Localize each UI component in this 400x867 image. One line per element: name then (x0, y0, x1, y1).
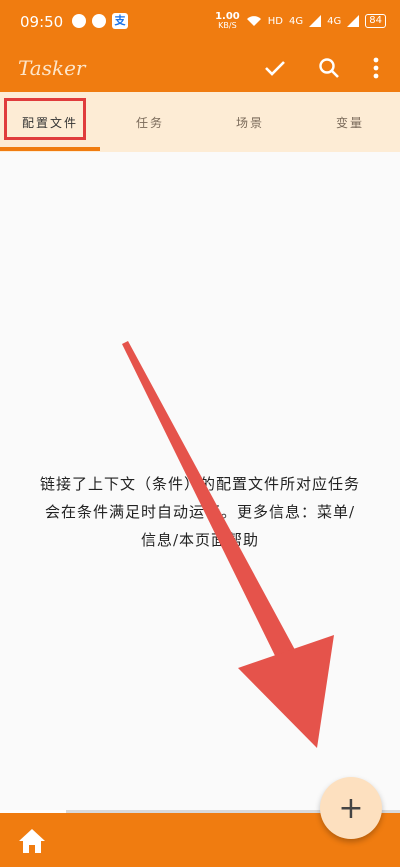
tab-tasks[interactable]: 任务 (100, 92, 200, 152)
message-line-1: 链接了上下文（条件）的配置文件所对应任务 (39, 475, 360, 493)
status-time: 09:50 (20, 13, 64, 31)
signal-bars-icon (309, 15, 322, 27)
annotation-highlight-box (4, 98, 86, 140)
home-icon (19, 829, 45, 853)
app-toolbar: Tasker (0, 44, 400, 92)
search-icon (319, 58, 339, 78)
signal-4g-2: 4G (327, 15, 342, 27)
app-title: Tasker (18, 56, 86, 80)
check-icon (265, 61, 285, 76)
signal-bars-icon-2 (347, 15, 360, 27)
battery-indicator: 84 (365, 14, 386, 28)
notification-app-icon-2 (92, 14, 106, 28)
message-line-2: 会在条件满足时自动运行。更多信息：菜单/ (44, 503, 356, 521)
add-button[interactable]: + (320, 777, 382, 839)
home-button[interactable] (14, 823, 50, 859)
tab-variables[interactable]: 变量 (300, 92, 400, 152)
check-button[interactable] (261, 54, 289, 82)
notification-app-icon (72, 14, 86, 28)
status-indicators: 1.00 KB/S HD 4G 4G 84 (215, 12, 386, 30)
notification-icons: 支 (72, 13, 128, 29)
active-tab-indicator (0, 147, 100, 151)
signal-4g-1: 4G (289, 15, 304, 27)
alipay-icon: 支 (112, 13, 128, 29)
net-speed: 1.00 KB/S (215, 11, 240, 31)
more-options-button[interactable] (362, 54, 390, 82)
more-vert-icon (373, 57, 379, 79)
empty-state-message: 链接了上下文（条件）的配置文件所对应任务 会在条件满足时自动运行。更多信息：菜单… (0, 470, 400, 554)
search-button[interactable] (315, 54, 343, 82)
wifi-icon (246, 16, 261, 26)
message-line-3: 信息/本页面帮助 (140, 531, 260, 549)
hd-label: HD (267, 15, 284, 27)
tab-scenes[interactable]: 场景 (200, 92, 300, 152)
status-bar: 09:50 支 1.00 KB/S HD 4G 4G 84 (0, 0, 400, 44)
